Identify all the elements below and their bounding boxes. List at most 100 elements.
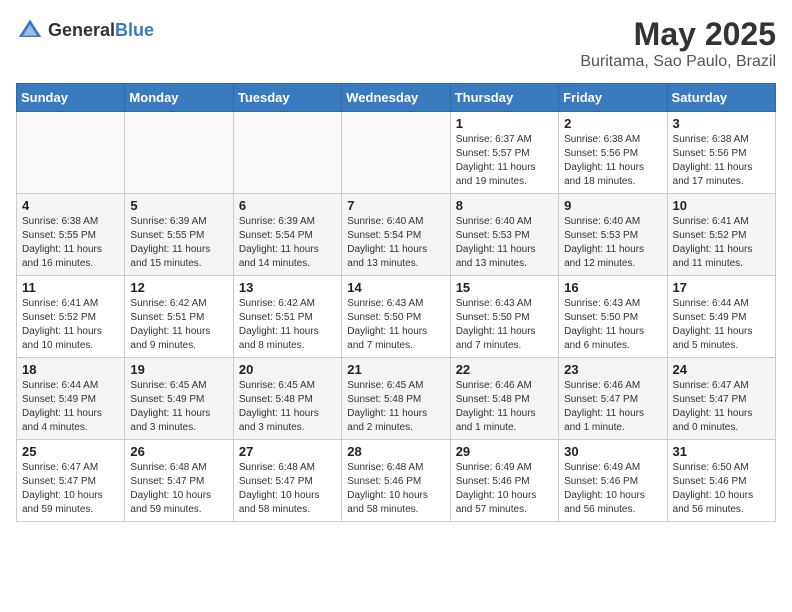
calendar-week-row: 4 Sunrise: 6:38 AMSunset: 5:55 PMDaylight…	[17, 194, 776, 276]
day-number: 3	[673, 116, 770, 131]
weekday-header-cell: Monday	[125, 84, 233, 112]
day-number: 10	[673, 198, 770, 213]
calendar-day-cell: 9 Sunrise: 6:40 AMSunset: 5:53 PMDaylight…	[559, 194, 667, 276]
day-detail: Sunrise: 6:43 AMSunset: 5:50 PMDaylight:…	[347, 297, 444, 353]
day-number: 7	[347, 198, 444, 213]
day-detail: Sunrise: 6:41 AMSunset: 5:52 PMDaylight:…	[673, 215, 770, 271]
day-detail: Sunrise: 6:45 AMSunset: 5:49 PMDaylight:…	[130, 379, 227, 435]
day-detail: Sunrise: 6:45 AMSunset: 5:48 PMDaylight:…	[347, 379, 444, 435]
weekday-header-cell: Friday	[559, 84, 667, 112]
day-number: 20	[239, 362, 336, 377]
calendar-week-row: 18 Sunrise: 6:44 AMSunset: 5:49 PMDayligh…	[17, 358, 776, 440]
day-number: 16	[564, 280, 661, 295]
day-detail: Sunrise: 6:39 AMSunset: 5:55 PMDaylight:…	[130, 215, 227, 271]
logo-general-text: General	[48, 20, 115, 40]
day-detail: Sunrise: 6:49 AMSunset: 5:46 PMDaylight:…	[564, 461, 661, 517]
day-number: 13	[239, 280, 336, 295]
location-title: Buritama, Sao Paulo, Brazil	[580, 53, 776, 71]
calendar-week-row: 25Sunrise: 6:47 AMSunset: 5:47 PMDayligh…	[17, 440, 776, 522]
logo: GeneralBlue	[16, 16, 154, 44]
day-detail: Sunrise: 6:48 AMSunset: 5:47 PMDaylight:…	[239, 461, 336, 517]
logo-icon	[16, 16, 44, 44]
weekday-header-cell: Thursday	[450, 84, 558, 112]
day-number: 17	[673, 280, 770, 295]
month-title: May 2025	[580, 16, 776, 53]
day-detail: Sunrise: 6:48 AMSunset: 5:46 PMDaylight:…	[347, 461, 444, 517]
calendar-day-cell: 22 Sunrise: 6:46 AMSunset: 5:48 PMDayligh…	[450, 358, 558, 440]
day-number: 30	[564, 444, 661, 459]
day-detail: Sunrise: 6:46 AMSunset: 5:47 PMDaylight:…	[564, 379, 661, 435]
day-detail: Sunrise: 6:46 AMSunset: 5:48 PMDaylight:…	[456, 379, 553, 435]
calendar-day-cell: 3 Sunrise: 6:38 AMSunset: 5:56 PMDaylight…	[667, 112, 775, 194]
day-number: 9	[564, 198, 661, 213]
day-detail: Sunrise: 6:40 AMSunset: 5:53 PMDaylight:…	[456, 215, 553, 271]
day-number: 14	[347, 280, 444, 295]
day-number: 6	[239, 198, 336, 213]
day-number: 11	[22, 280, 119, 295]
calendar-day-cell: 15 Sunrise: 6:43 AMSunset: 5:50 PMDayligh…	[450, 276, 558, 358]
calendar-day-cell: 18 Sunrise: 6:44 AMSunset: 5:49 PMDayligh…	[17, 358, 125, 440]
calendar-day-cell: 26 Sunrise: 6:48 AMSunset: 5:47 PMDayligh…	[125, 440, 233, 522]
calendar-day-cell: 25Sunrise: 6:47 AMSunset: 5:47 PMDayligh…	[17, 440, 125, 522]
day-detail: Sunrise: 6:38 AMSunset: 5:55 PMDaylight:…	[22, 215, 119, 271]
day-detail: Sunrise: 6:44 AMSunset: 5:49 PMDaylight:…	[22, 379, 119, 435]
day-detail: Sunrise: 6:44 AMSunset: 5:49 PMDaylight:…	[673, 297, 770, 353]
day-number: 27	[239, 444, 336, 459]
calendar-day-cell: 29Sunrise: 6:49 AMSunset: 5:46 PMDayligh…	[450, 440, 558, 522]
day-detail: Sunrise: 6:45 AMSunset: 5:48 PMDaylight:…	[239, 379, 336, 435]
calendar-day-cell: 24Sunrise: 6:47 AMSunset: 5:47 PMDayligh…	[667, 358, 775, 440]
calendar-day-cell: 14 Sunrise: 6:43 AMSunset: 5:50 PMDayligh…	[342, 276, 450, 358]
day-number: 2	[564, 116, 661, 131]
calendar-day-cell: 19 Sunrise: 6:45 AMSunset: 5:49 PMDayligh…	[125, 358, 233, 440]
title-block: May 2025 Buritama, Sao Paulo, Brazil	[580, 16, 776, 71]
day-detail: Sunrise: 6:48 AMSunset: 5:47 PMDaylight:…	[130, 461, 227, 517]
day-number: 12	[130, 280, 227, 295]
calendar-day-cell	[342, 112, 450, 194]
calendar-day-cell: 20 Sunrise: 6:45 AMSunset: 5:48 PMDayligh…	[233, 358, 341, 440]
day-detail: Sunrise: 6:38 AMSunset: 5:56 PMDaylight:…	[673, 133, 770, 189]
day-detail: Sunrise: 6:38 AMSunset: 5:56 PMDaylight:…	[564, 133, 661, 189]
calendar-week-row: 1Sunrise: 6:37 AMSunset: 5:57 PMDaylight…	[17, 112, 776, 194]
day-number: 19	[130, 362, 227, 377]
day-detail: Sunrise: 6:39 AMSunset: 5:54 PMDaylight:…	[239, 215, 336, 271]
day-number: 31	[673, 444, 770, 459]
calendar-day-cell: 21 Sunrise: 6:45 AMSunset: 5:48 PMDayligh…	[342, 358, 450, 440]
calendar-day-cell: 12 Sunrise: 6:42 AMSunset: 5:51 PMDayligh…	[125, 276, 233, 358]
calendar-day-cell: 23 Sunrise: 6:46 AMSunset: 5:47 PMDayligh…	[559, 358, 667, 440]
day-detail: Sunrise: 6:37 AMSunset: 5:57 PMDaylight:…	[456, 133, 553, 189]
day-detail: Sunrise: 6:42 AMSunset: 5:51 PMDaylight:…	[130, 297, 227, 353]
calendar-day-cell: 10 Sunrise: 6:41 AMSunset: 5:52 PMDayligh…	[667, 194, 775, 276]
day-detail: Sunrise: 6:43 AMSunset: 5:50 PMDaylight:…	[456, 297, 553, 353]
weekday-header-row: SundayMondayTuesdayWednesdayThursdayFrid…	[17, 84, 776, 112]
calendar-day-cell: 28Sunrise: 6:48 AMSunset: 5:46 PMDayligh…	[342, 440, 450, 522]
day-number: 5	[130, 198, 227, 213]
day-detail: Sunrise: 6:47 AMSunset: 5:47 PMDaylight:…	[673, 379, 770, 435]
day-detail: Sunrise: 6:42 AMSunset: 5:51 PMDaylight:…	[239, 297, 336, 353]
day-detail: Sunrise: 6:40 AMSunset: 5:53 PMDaylight:…	[564, 215, 661, 271]
logo-blue-text: Blue	[115, 20, 154, 40]
calendar-day-cell: 17 Sunrise: 6:44 AMSunset: 5:49 PMDayligh…	[667, 276, 775, 358]
day-number: 18	[22, 362, 119, 377]
calendar-day-cell: 1Sunrise: 6:37 AMSunset: 5:57 PMDaylight…	[450, 112, 558, 194]
day-number: 4	[22, 198, 119, 213]
calendar-day-cell: 7Sunrise: 6:40 AMSunset: 5:54 PMDaylight…	[342, 194, 450, 276]
day-detail: Sunrise: 6:47 AMSunset: 5:47 PMDaylight:…	[22, 461, 119, 517]
weekday-header-cell: Wednesday	[342, 84, 450, 112]
day-number: 15	[456, 280, 553, 295]
day-detail: Sunrise: 6:49 AMSunset: 5:46 PMDaylight:…	[456, 461, 553, 517]
calendar-day-cell	[125, 112, 233, 194]
calendar-day-cell: 2 Sunrise: 6:38 AMSunset: 5:56 PMDaylight…	[559, 112, 667, 194]
calendar-day-cell: 8Sunrise: 6:40 AMSunset: 5:53 PMDaylight…	[450, 194, 558, 276]
day-detail: Sunrise: 6:41 AMSunset: 5:52 PMDaylight:…	[22, 297, 119, 353]
day-number: 23	[564, 362, 661, 377]
calendar-body: 1Sunrise: 6:37 AMSunset: 5:57 PMDaylight…	[17, 112, 776, 522]
day-number: 22	[456, 362, 553, 377]
calendar-table: SundayMondayTuesdayWednesdayThursdayFrid…	[16, 83, 776, 522]
day-number: 26	[130, 444, 227, 459]
day-detail: Sunrise: 6:43 AMSunset: 5:50 PMDaylight:…	[564, 297, 661, 353]
day-number: 21	[347, 362, 444, 377]
calendar-day-cell: 13 Sunrise: 6:42 AMSunset: 5:51 PMDayligh…	[233, 276, 341, 358]
calendar-day-cell: 27 Sunrise: 6:48 AMSunset: 5:47 PMDayligh…	[233, 440, 341, 522]
calendar-day-cell	[233, 112, 341, 194]
calendar-day-cell: 11 Sunrise: 6:41 AMSunset: 5:52 PMDayligh…	[17, 276, 125, 358]
